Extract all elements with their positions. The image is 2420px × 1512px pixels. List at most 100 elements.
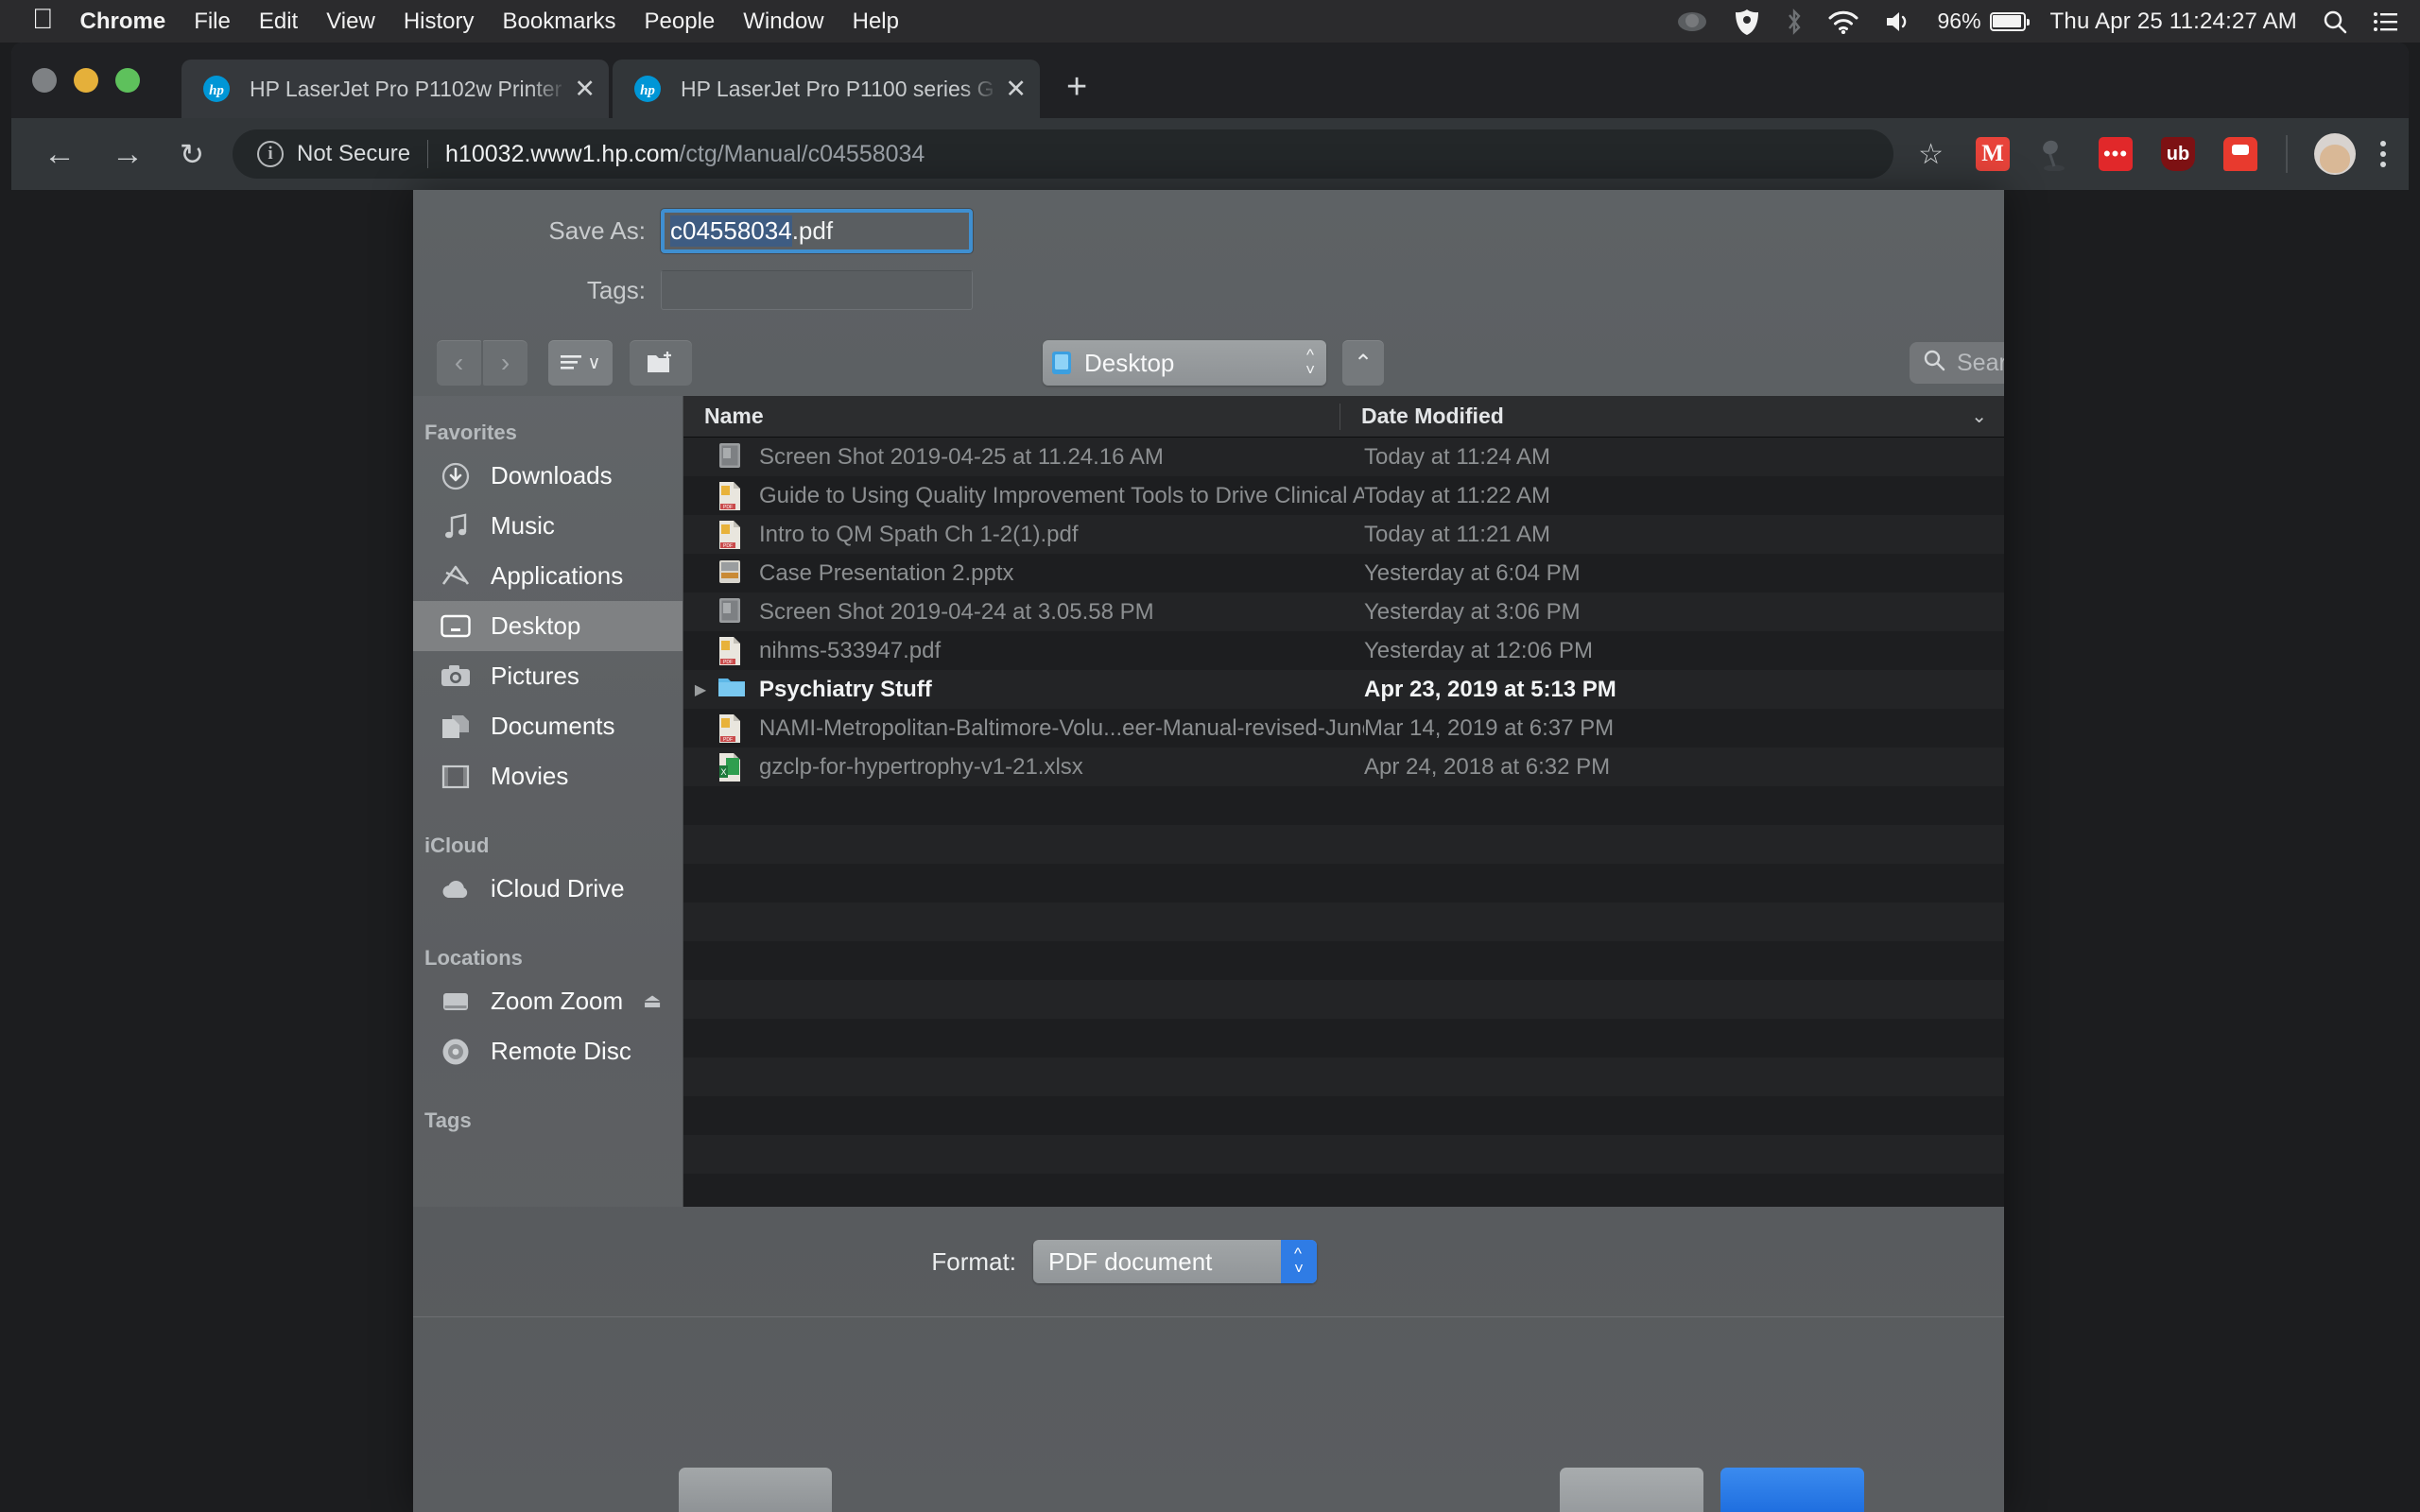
- view-options-button[interactable]: ∨: [548, 340, 613, 386]
- browser-tab-2[interactable]: hp HP LaserJet Pro P1100 series G ✕: [613, 60, 1040, 118]
- close-tab-button[interactable]: ✕: [1005, 77, 1027, 102]
- sidebar-item-label: Remote Disc: [491, 1037, 631, 1066]
- tags-row: Tags:: [413, 264, 2004, 317]
- shield-icon[interactable]: [1733, 8, 1761, 36]
- battery-icon[interactable]: 96%: [1937, 9, 2025, 34]
- new-folder-toolbar-button[interactable]: [630, 340, 692, 386]
- bluetooth-icon[interactable]: [1786, 8, 1803, 36]
- screen-share-icon[interactable]: [1676, 9, 1708, 34]
- file-row[interactable]: Case Presentation 2.pptxYesterday at 6:0…: [683, 554, 2004, 593]
- dialog-forward-button[interactable]: ›: [483, 340, 527, 386]
- location-popup-button[interactable]: Desktop ^˅: [1043, 340, 1326, 386]
- file-row[interactable]: PDFIntro to QM Spath Ch 1-2(1).pdfToday …: [683, 515, 2004, 554]
- chrome-menu-icon[interactable]: [2380, 136, 2386, 172]
- sidebar-item-desktop[interactable]: Desktop: [413, 601, 683, 651]
- close-window-button[interactable]: [32, 68, 57, 93]
- ghostery-extension-icon[interactable]: [2223, 137, 2257, 171]
- menu-item-help[interactable]: Help: [853, 9, 899, 35]
- back-button[interactable]: ←: [43, 138, 76, 170]
- menubar-clock[interactable]: Thu Apr 25 11:24:27 AM: [2050, 9, 2297, 35]
- menu-item-window[interactable]: Window: [743, 9, 823, 35]
- sidebar-item-label: iCloud Drive: [491, 874, 625, 903]
- wifi-icon[interactable]: [1827, 9, 1859, 34]
- menu-item-chrome[interactable]: Chrome: [80, 9, 166, 35]
- browser-tab-1[interactable]: hp HP LaserJet Pro P1102w Printer ✕: [182, 60, 609, 118]
- sidebar-item-icloud-drive[interactable]: iCloud Drive: [413, 864, 683, 914]
- format-select[interactable]: PDF document ^˅: [1033, 1240, 1317, 1283]
- menu-item-bookmarks[interactable]: Bookmarks: [502, 9, 615, 35]
- file-date-modified: Mar 14, 2019 at 6:37 PM: [1364, 715, 2004, 742]
- menu-item-edit[interactable]: Edit: [259, 9, 298, 35]
- sidebar-item-documents[interactable]: Documents: [413, 701, 683, 751]
- file-name: Screen Shot 2019-04-25 at 11.24.16 AM: [759, 444, 1364, 471]
- dialog-back-button[interactable]: ‹: [437, 340, 481, 386]
- new-tab-button[interactable]: +: [1066, 69, 1087, 105]
- reload-button[interactable]: ↻: [180, 140, 204, 169]
- sidebar-header-tags: Tags: [413, 1097, 683, 1139]
- file-row[interactable]: PDF NAMI-Metropolitan-Baltimore-Volu...ee…: [683, 709, 2004, 747]
- new-folder-button[interactable]: [679, 1468, 832, 1512]
- sidebar-item-applications[interactable]: Applications: [413, 551, 683, 601]
- bookmark-star-icon[interactable]: ☆: [1918, 138, 1944, 171]
- tags-input[interactable]: [661, 270, 973, 310]
- file-row[interactable]: PDFGuide to Using Quality Improvement To…: [683, 476, 2004, 515]
- column-header-name[interactable]: Name: [683, 404, 1340, 429]
- desk-lamp-extension-icon[interactable]: [2038, 137, 2070, 171]
- column-header-date-modified[interactable]: Date Modified: [1340, 404, 1971, 429]
- file-row[interactable]: Xgzclp-for-hypertrophy-v1-21.xlsxApr 24,…: [683, 747, 2004, 786]
- file-name: nihms-533947.pdf: [759, 638, 1364, 664]
- cancel-button[interactable]: [1560, 1468, 1703, 1512]
- save-button[interactable]: [1720, 1468, 1864, 1512]
- location-stepper-icon: ^˅: [1305, 348, 1315, 378]
- sidebar-item-music[interactable]: Music: [413, 501, 683, 551]
- sidebar-item-zoom-zoom[interactable]: Zoom Zoom ⏏: [413, 976, 683, 1026]
- menu-item-file[interactable]: File: [194, 9, 231, 35]
- svg-text:PDF: PDF: [723, 505, 733, 510]
- sidebar-item-remote-disc[interactable]: Remote Disc: [413, 1026, 683, 1076]
- volume-icon[interactable]: [1884, 9, 1912, 34]
- file-name: NAMI-Metropolitan-Baltimore-Volu...eer-M…: [759, 715, 1364, 742]
- spotlight-search-icon[interactable]: [2322, 9, 2348, 35]
- dots-extension-icon[interactable]: •••: [2099, 137, 2133, 171]
- toolbar-divider: [2286, 135, 2288, 173]
- filename-input[interactable]: c04558034.pdf: [661, 209, 973, 253]
- profile-avatar[interactable]: [2314, 133, 2356, 175]
- go-up-button[interactable]: ⌃: [1342, 340, 1384, 386]
- file-row[interactable]: ▶Psychiatry StuffApr 23, 2019 at 5:13 PM: [683, 670, 2004, 709]
- site-info-icon[interactable]: i: [257, 141, 284, 167]
- dialog-search-field[interactable]: Search: [1910, 342, 2004, 384]
- gmail-extension-icon[interactable]: M: [1976, 137, 2010, 171]
- desktop-icon: [440, 610, 472, 643]
- screenshot-icon: [717, 597, 746, 627]
- tab-strip: hp HP LaserJet Pro P1102w Printer ✕ hp H…: [11, 43, 2409, 118]
- sidebar-item-movies[interactable]: Movies: [413, 751, 683, 801]
- disclosure-triangle-icon[interactable]: ▶: [683, 680, 717, 699]
- menu-item-history[interactable]: History: [404, 9, 475, 35]
- maximize-window-button[interactable]: [115, 68, 140, 93]
- format-label: Format:: [413, 1247, 1033, 1277]
- pdf-icon: PDF: [717, 713, 746, 744]
- forward-button[interactable]: →: [112, 138, 144, 170]
- folder-icon: [717, 675, 746, 705]
- file-row[interactable]: Screen Shot 2019-04-25 at 11.24.16 AMTod…: [683, 438, 2004, 476]
- file-row[interactable]: PDFnihms-533947.pdfYesterday at 12:06 PM: [683, 631, 2004, 670]
- file-row[interactable]: Screen Shot 2019-04-24 at 3.05.58 PMYest…: [683, 593, 2004, 631]
- empty-row: [683, 941, 2004, 980]
- tab-title: HP LaserJet Pro P1100 series G: [681, 77, 999, 102]
- sidebar-item-pictures[interactable]: Pictures: [413, 651, 683, 701]
- cloud-icon: [440, 873, 472, 905]
- menu-item-people[interactable]: People: [645, 9, 716, 35]
- close-tab-button[interactable]: ✕: [574, 77, 596, 102]
- sort-chevron-down-icon[interactable]: ⌄: [1971, 404, 1987, 428]
- file-rows-container[interactable]: Screen Shot 2019-04-25 at 11.24.16 AMTod…: [683, 438, 2004, 1207]
- control-center-icon[interactable]: [2373, 10, 2399, 33]
- minimize-window-button[interactable]: [74, 68, 98, 93]
- menu-item-view[interactable]: View: [326, 9, 375, 35]
- sidebar-item-downloads[interactable]: Downloads: [413, 451, 683, 501]
- empty-row: [683, 1174, 2004, 1207]
- address-bar[interactable]: i Not Secure h10032.www1.hp.com /ctg/Man…: [233, 129, 1893, 179]
- file-date-modified: Today at 11:22 AM: [1364, 483, 2004, 509]
- ublock-origin-icon[interactable]: ub: [2161, 137, 2195, 171]
- apple-logo-icon[interactable]: : [32, 6, 54, 34]
- eject-icon[interactable]: ⏏: [643, 989, 662, 1013]
